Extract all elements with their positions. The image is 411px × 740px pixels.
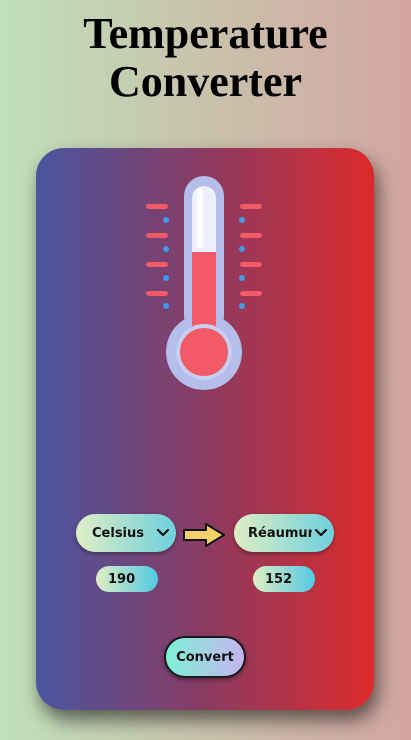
thermometer-icon <box>146 176 262 390</box>
chevron-down-icon <box>154 529 172 537</box>
to-unit-label: Réaumur <box>248 525 312 541</box>
chevron-down-icon <box>312 529 330 537</box>
converter-card: Celsius Réaumur 190 152 Convert <box>36 148 374 710</box>
page-title: Temperature Converter <box>0 10 411 106</box>
from-unit-select[interactable]: Celsius <box>76 514 176 552</box>
page-title-line1: Temperature <box>83 9 328 58</box>
page-title-line2: Converter <box>108 57 302 106</box>
from-unit-label: Celsius <box>92 525 144 541</box>
to-unit-select[interactable]: Réaumur <box>234 514 334 552</box>
to-value-output: 152 <box>253 566 315 592</box>
arrow-right-icon <box>183 523 225 547</box>
from-value-input[interactable]: 190 <box>96 566 158 592</box>
convert-button[interactable]: Convert <box>164 636 246 678</box>
